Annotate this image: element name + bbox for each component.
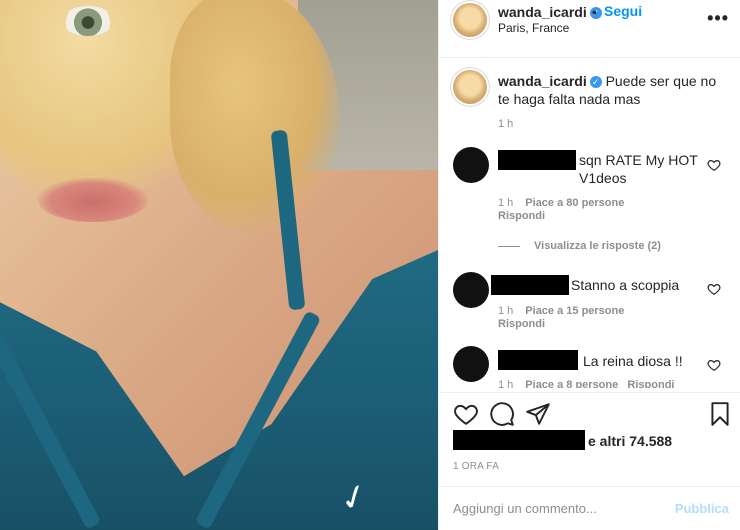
comment-text: Stanno a scoppia: [571, 277, 680, 293]
post-header: wanda_icardi ✓ • Segui Paris, France •••: [439, 0, 740, 58]
publish-button[interactable]: Pubblica: [675, 501, 729, 516]
comment-likes[interactable]: Piace a 80 persone: [525, 197, 624, 209]
comment-text: sqn RATE My HOT V1deos: [579, 152, 698, 186]
instagram-post: ✓ wanda_icardi ✓ • Segui Paris, France ••…: [0, 0, 740, 530]
comment-bubble-icon[interactable]: [489, 401, 515, 427]
save-bookmark-icon[interactable]: [707, 401, 733, 427]
comment-avatar[interactable]: [453, 346, 489, 382]
like-heart-icon[interactable]: [453, 401, 479, 427]
follow-button[interactable]: Segui: [604, 3, 642, 19]
add-comment-bar: Aggiungi un commento... Pubblica: [439, 486, 740, 530]
author-username[interactable]: wanda_icardi ✓: [498, 4, 602, 20]
comment-like-icon[interactable]: [707, 282, 721, 296]
comment-avatar[interactable]: [453, 272, 489, 308]
comment-input[interactable]: Aggiungi un commento...: [453, 501, 597, 516]
caption: wanda_icardi ✓ Puede ser que no te haga f…: [498, 72, 730, 108]
reply-button[interactable]: Rispondi: [498, 318, 545, 330]
comment-like-icon[interactable]: [707, 358, 721, 372]
redacted-username: [498, 350, 578, 370]
share-paper-plane-icon[interactable]: [525, 401, 551, 427]
clipped-meta-wrapper: 1 h Piace a 8 persone Rispondi: [498, 379, 728, 388]
redacted-username: [498, 150, 576, 170]
comment-like-icon[interactable]: [707, 158, 721, 172]
comment-avatar[interactable]: [453, 147, 489, 183]
comment-text: La reina diosa !!: [583, 353, 683, 369]
caption-time[interactable]: 1 h: [498, 118, 513, 130]
reply-button[interactable]: Rispondi: [498, 210, 545, 222]
comment-meta: 1 h Piace a 80 persone: [498, 197, 624, 209]
action-bar: [439, 392, 740, 432]
comment-time[interactable]: 1 h: [498, 305, 513, 317]
comment-time[interactable]: 1 h: [498, 197, 513, 209]
separator-dot: •: [592, 4, 597, 20]
author-avatar[interactable]: [453, 3, 487, 37]
comment-time[interactable]: 1 h: [498, 379, 513, 388]
likes-count[interactable]: e altri 74.588: [588, 433, 672, 449]
more-options-icon[interactable]: •••: [707, 8, 729, 29]
post-side-panel: wanda_icardi ✓ • Segui Paris, France ••• …: [438, 0, 740, 530]
comment-likes[interactable]: Piace a 8 persone: [525, 379, 618, 388]
redacted-username: [491, 275, 569, 295]
reply-button[interactable]: Rispondi: [627, 379, 674, 388]
comment-meta: 1 h Piace a 15 persone: [498, 305, 624, 317]
post-time-ago[interactable]: 1 ORA FA: [453, 461, 499, 472]
replies-line: [498, 245, 520, 247]
caption-avatar[interactable]: [453, 70, 487, 104]
view-replies-button[interactable]: Visualizza le risposte (2): [498, 240, 661, 252]
post-photo[interactable]: ✓: [0, 0, 438, 530]
caption-username[interactable]: wanda_icardi: [498, 73, 587, 89]
post-location[interactable]: Paris, France: [498, 21, 569, 35]
comment-likes[interactable]: Piace a 15 persone: [525, 305, 624, 317]
comment-meta: 1 h Piace a 8 persone Rispondi: [498, 379, 674, 388]
verified-icon: ✓: [589, 76, 602, 89]
redacted-liker: [453, 430, 585, 450]
